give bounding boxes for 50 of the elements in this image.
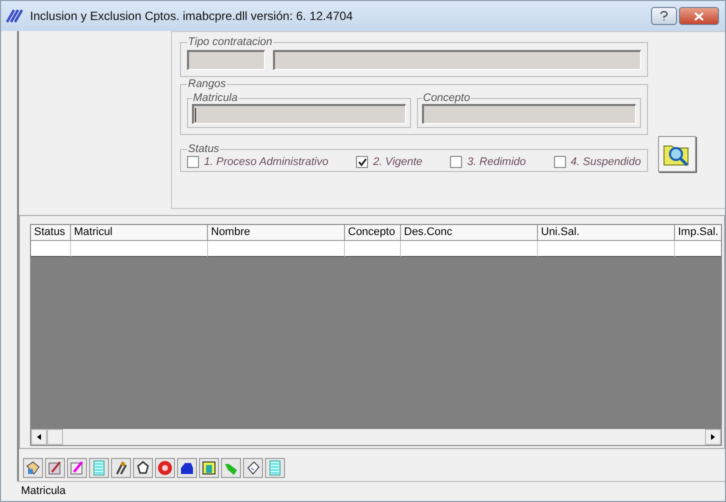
column-header[interactable]: Imp.Sal. — [675, 225, 721, 241]
toolbar-button[interactable] — [23, 458, 43, 478]
table-cell — [31, 241, 71, 257]
checkbox[interactable] — [450, 156, 462, 168]
status-text: Matricula — [21, 485, 66, 497]
window-title: Inclusion y Exclusion Cptos. imabcpre.dll versión: 6. 12.4704 — [30, 9, 353, 23]
column-header[interactable]: Matricul — [71, 225, 208, 241]
close-icon — [694, 12, 704, 20]
column-header[interactable]: Concepto — [345, 225, 401, 241]
checkbox[interactable] — [356, 156, 368, 168]
group-label: Matricula — [192, 92, 239, 104]
toolbar-button[interactable] — [177, 458, 197, 478]
pen-icon — [69, 460, 85, 476]
help-button[interactable] — [651, 7, 677, 25]
column-header[interactable]: Nombre — [208, 225, 345, 241]
checkbox[interactable] — [187, 156, 199, 168]
status-checkbox[interactable]: 2. Vigente — [356, 156, 422, 168]
frame-icon — [201, 460, 217, 476]
group-label: Tipo contratacion — [187, 36, 274, 48]
table-cell — [345, 241, 401, 257]
input-field[interactable] — [273, 50, 641, 70]
horizontal-scrollbar[interactable] — [31, 429, 721, 445]
input-field[interactable] — [192, 104, 406, 124]
input-field[interactable] — [422, 104, 636, 124]
status-checkbox[interactable]: 3. Redimido — [450, 156, 526, 168]
toolbar-button[interactable] — [199, 458, 219, 478]
status-checkbox[interactable]: 1. Proceso Administrativo — [187, 156, 328, 168]
group-label: Status — [187, 143, 220, 155]
input-field[interactable] — [187, 50, 265, 70]
column-header[interactable]: Uni.Sal. — [538, 225, 675, 241]
toolbar-button[interactable] — [111, 458, 131, 478]
column-header[interactable]: Status — [31, 225, 71, 241]
toolbar-button[interactable] — [45, 458, 65, 478]
column-header[interactable]: Des.Conc — [401, 225, 538, 241]
toolbar-button[interactable] — [243, 458, 263, 478]
question-icon — [660, 11, 668, 21]
group-label: Rangos — [187, 78, 227, 90]
right-arrow-icon — [711, 434, 715, 440]
group-label: Concepto — [422, 92, 472, 104]
checkbox[interactable] — [554, 156, 566, 168]
left-arrow-icon — [37, 434, 41, 440]
toolbar-button[interactable] — [133, 458, 153, 478]
scroll-right-button[interactable] — [705, 429, 721, 445]
list-icon — [91, 460, 107, 476]
scroll-left-button[interactable] — [31, 429, 47, 445]
close-button[interactable] — [679, 7, 719, 25]
status-checkbox[interactable]: 4. Suspendido — [554, 156, 641, 168]
stop-icon — [157, 460, 173, 476]
search-button[interactable] — [658, 136, 696, 172]
list-icon — [267, 460, 283, 476]
